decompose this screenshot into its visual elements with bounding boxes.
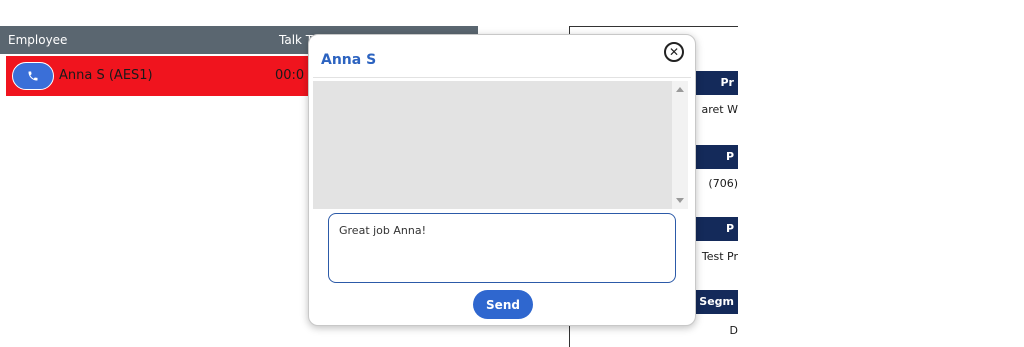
- section-header: P: [692, 217, 738, 241]
- divider: [313, 77, 691, 78]
- section-value: D: [729, 324, 738, 337]
- message-history[interactable]: [313, 81, 688, 209]
- close-button[interactable]: ✕: [664, 42, 684, 62]
- section-value: aret W: [701, 103, 738, 116]
- talk-time-value: 00:0: [275, 68, 305, 83]
- section-header: Pr: [692, 71, 738, 95]
- section-value: Test Pr: [701, 250, 738, 263]
- scroll-up-arrow-icon[interactable]: [676, 87, 684, 92]
- modal-title: Anna S: [321, 52, 377, 68]
- section-value: (706): [708, 177, 738, 190]
- section-header: Segm: [692, 290, 738, 314]
- employee-name: Anna S (AES1): [59, 68, 153, 83]
- message-scrollbar[interactable]: [672, 81, 688, 209]
- section-header: P: [692, 145, 738, 169]
- send-button[interactable]: Send: [473, 290, 533, 319]
- phone-icon: [28, 71, 38, 81]
- chat-modal: Anna S ✕ Great job Anna! Send: [308, 34, 696, 326]
- close-icon: ✕: [668, 45, 680, 59]
- call-button[interactable]: [12, 62, 54, 90]
- column-header-employee[interactable]: Employee: [8, 26, 67, 54]
- scroll-down-arrow-icon[interactable]: [676, 198, 684, 203]
- message-input[interactable]: Great job Anna!: [328, 213, 676, 283]
